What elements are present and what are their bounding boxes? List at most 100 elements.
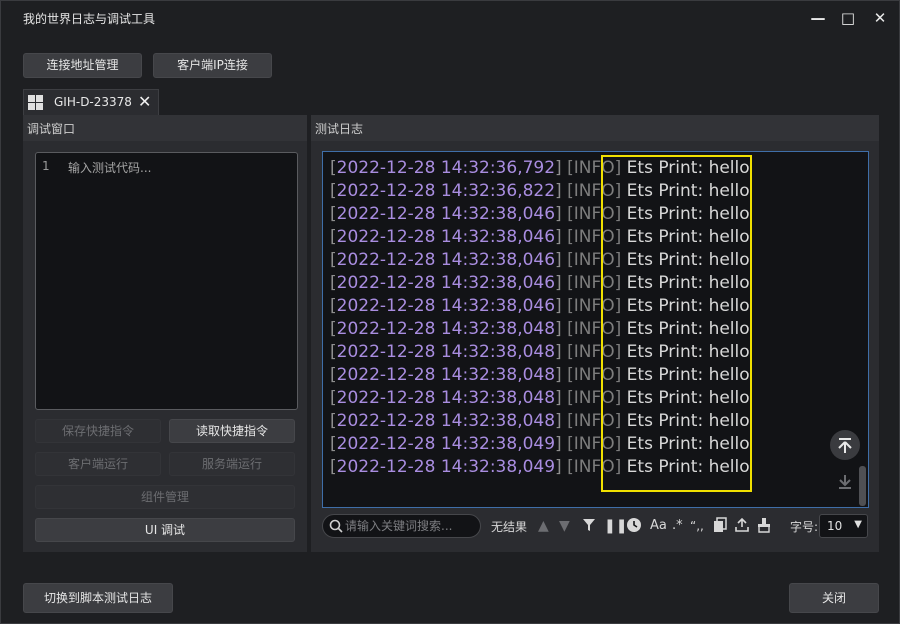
log-bracket: ] bbox=[614, 434, 627, 454]
read-shortcut-button[interactable]: 读取快捷指令 bbox=[169, 419, 295, 443]
log-search[interactable] bbox=[322, 514, 481, 538]
log-timestamp: 2022-12-28 14:32:38,046 bbox=[336, 296, 556, 316]
log-message: Ets Print: hello bbox=[626, 227, 750, 247]
component-management-button[interactable]: 组件管理 bbox=[35, 485, 295, 509]
pause-icon[interactable]: ❚❚ bbox=[604, 517, 627, 535]
log-timestamp: 2022-12-28 14:32:38,049 bbox=[336, 434, 556, 454]
log-bracket: ] bbox=[614, 296, 627, 316]
code-editor[interactable]: 1 输入测试代码... bbox=[35, 152, 298, 410]
log-bracket: ] bbox=[555, 227, 568, 247]
log-timestamp: 2022-12-28 14:32:38,046 bbox=[336, 204, 556, 224]
close-window-button[interactable]: ✕ bbox=[869, 7, 891, 29]
scroll-to-bottom-button[interactable] bbox=[830, 467, 860, 497]
log-bracket: ] bbox=[555, 457, 568, 477]
log-message: Ets Print: hello bbox=[626, 158, 750, 178]
log-bracket: [ bbox=[330, 411, 337, 431]
log-bracket: ] bbox=[614, 457, 627, 477]
scroll-to-top-button[interactable] bbox=[830, 430, 860, 460]
log-line: [2022-12-28 14:32:38,048] [INFO] Ets Pri… bbox=[330, 341, 750, 364]
log-bracket: ] bbox=[555, 204, 568, 224]
log-output[interactable]: [2022-12-28 14:32:36,792] [INFO] Ets Pri… bbox=[322, 151, 869, 508]
log-timestamp: 2022-12-28 14:32:38,046 bbox=[336, 250, 556, 270]
log-message: Ets Print: hello bbox=[626, 181, 750, 201]
maximize-button[interactable]: □ bbox=[837, 7, 859, 29]
log-timestamp: 2022-12-28 14:32:38,048 bbox=[336, 388, 556, 408]
log-level: INFO bbox=[573, 342, 615, 362]
log-message: Ets Print: hello bbox=[626, 411, 750, 431]
whole-word-toggle[interactable]: “,, bbox=[690, 517, 704, 535]
save-shortcut-button[interactable]: 保存快捷指令 bbox=[35, 419, 161, 443]
server-run-button[interactable]: 服务端运行 bbox=[169, 452, 295, 476]
log-bracket: [ bbox=[330, 457, 337, 477]
log-bracket: [ bbox=[330, 181, 337, 201]
log-bracket: ] bbox=[614, 319, 627, 339]
log-line: [2022-12-28 14:32:38,048] [INFO] Ets Pri… bbox=[330, 410, 750, 433]
arrow-down-icon bbox=[839, 475, 851, 489]
log-line: [2022-12-28 14:32:38,048] [INFO] Ets Pri… bbox=[330, 318, 750, 341]
log-level: INFO bbox=[573, 434, 615, 454]
log-bracket: [ bbox=[567, 319, 574, 339]
regex-toggle[interactable]: .* bbox=[672, 517, 683, 535]
minimize-button[interactable]: — bbox=[807, 7, 829, 29]
filter-icon[interactable] bbox=[582, 517, 596, 538]
search-result-text: 无结果 bbox=[491, 520, 528, 534]
log-message: Ets Print: hello bbox=[626, 434, 750, 454]
log-bracket: ] bbox=[555, 342, 568, 362]
log-level: INFO bbox=[573, 158, 615, 178]
log-bracket: ] bbox=[614, 273, 627, 293]
log-line: [2022-12-28 14:32:38,046] [INFO] Ets Pri… bbox=[330, 226, 750, 249]
address-management-button[interactable]: 连接地址管理 bbox=[23, 53, 142, 78]
log-bracket: ] bbox=[555, 250, 568, 270]
log-scrollbar[interactable] bbox=[859, 466, 866, 506]
log-message: Ets Print: hello bbox=[626, 204, 750, 224]
log-line: [2022-12-28 14:32:38,046] [INFO] Ets Pri… bbox=[330, 249, 750, 272]
log-bracket: ] bbox=[555, 273, 568, 293]
log-bracket: [ bbox=[567, 365, 574, 385]
font-size-select[interactable]: 10 ▼ bbox=[819, 514, 868, 538]
log-level: INFO bbox=[573, 227, 615, 247]
log-level: INFO bbox=[573, 181, 615, 201]
log-bracket: ] bbox=[614, 204, 627, 224]
log-bracket: ] bbox=[614, 342, 627, 362]
log-bracket: [ bbox=[567, 411, 574, 431]
log-line: [2022-12-28 14:32:38,046] [INFO] Ets Pri… bbox=[330, 272, 750, 295]
log-bracket: [ bbox=[567, 434, 574, 454]
copy-icon[interactable] bbox=[713, 517, 727, 538]
log-timestamp: 2022-12-28 14:32:38,048 bbox=[336, 319, 556, 339]
close-button[interactable]: 关闭 bbox=[789, 583, 879, 613]
log-level: INFO bbox=[573, 411, 615, 431]
ui-debug-button[interactable]: UI 调试 bbox=[35, 518, 295, 542]
prev-match-icon[interactable]: ▲ bbox=[538, 517, 549, 535]
log-bracket: ] bbox=[614, 227, 627, 247]
clock-icon[interactable] bbox=[626, 517, 642, 538]
log-message: Ets Print: hello bbox=[626, 365, 750, 385]
log-bracket: ] bbox=[555, 411, 568, 431]
log-bracket: [ bbox=[330, 227, 337, 247]
log-bracket: ] bbox=[614, 181, 627, 201]
log-bracket: ] bbox=[614, 388, 627, 408]
client-ip-connect-button[interactable]: 客户端IP连接 bbox=[153, 53, 272, 78]
next-match-icon[interactable]: ▼ bbox=[559, 517, 570, 535]
client-run-button[interactable]: 客户端运行 bbox=[35, 452, 161, 476]
clear-icon[interactable] bbox=[757, 517, 771, 538]
search-input[interactable] bbox=[345, 517, 475, 535]
tab-close-icon[interactable]: ✕ bbox=[138, 92, 151, 111]
tab-label: GIH-D-23378 bbox=[54, 95, 132, 109]
log-bracket: ] bbox=[555, 434, 568, 454]
log-level: INFO bbox=[573, 365, 615, 385]
log-bracket: [ bbox=[330, 365, 337, 385]
title-bar: 我的世界日志与调试工具 — □ ✕ bbox=[1, 1, 899, 35]
log-bracket: [ bbox=[330, 342, 337, 362]
log-bracket: [ bbox=[330, 250, 337, 270]
tab-device[interactable]: GIH-D-23378 ✕ bbox=[23, 89, 159, 115]
match-case-toggle[interactable]: Aa bbox=[650, 517, 667, 535]
log-bracket: [ bbox=[330, 434, 337, 454]
switch-script-log-button[interactable]: 切换到脚本测试日志 bbox=[23, 583, 173, 613]
export-icon[interactable] bbox=[735, 517, 749, 538]
log-line: [2022-12-28 14:32:38,048] [INFO] Ets Pri… bbox=[330, 387, 750, 410]
chevron-down-icon: ▼ bbox=[854, 519, 862, 530]
log-level: INFO bbox=[573, 250, 615, 270]
log-bracket: [ bbox=[567, 457, 574, 477]
font-size-label: 字号: bbox=[790, 520, 819, 534]
log-bracket: [ bbox=[567, 250, 574, 270]
